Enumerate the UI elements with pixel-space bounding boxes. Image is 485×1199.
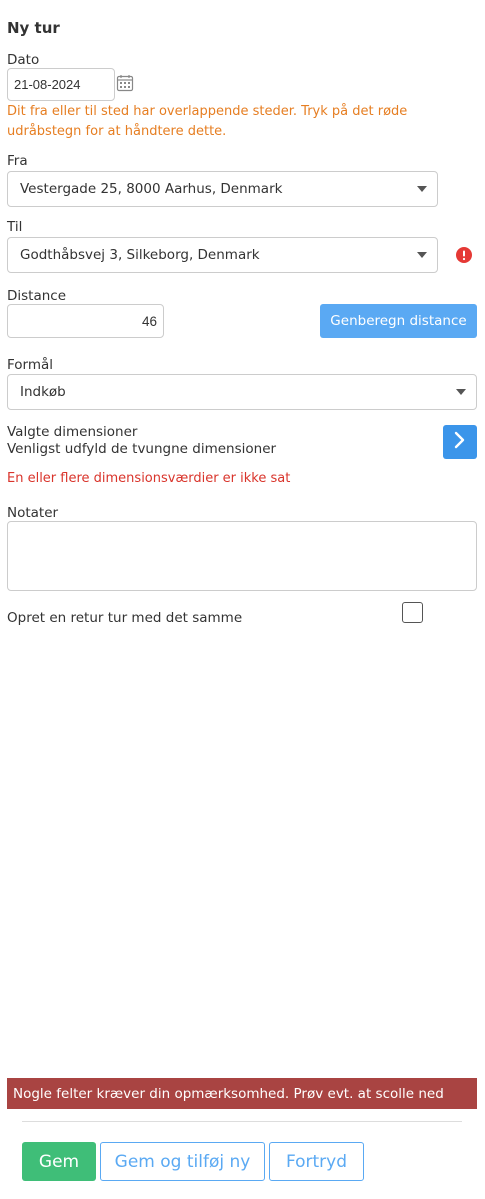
date-label: Dato	[7, 52, 40, 68]
exclamation-icon[interactable]	[456, 247, 472, 263]
dimensions-title: Valgte dimensioner	[7, 424, 138, 440]
return-trip-checkbox[interactable]	[402, 602, 423, 623]
to-select[interactable]: Godthåbsvej 3, Silkeborg, Denmark	[7, 237, 438, 273]
chevron-down-icon	[417, 252, 427, 258]
return-trip-label: Opret en retur tur med det samme	[7, 610, 243, 626]
dimensions-error: En eller flere dimensionsværdier er ikke…	[7, 471, 291, 486]
to-label: Til	[7, 219, 23, 235]
calendar-icon[interactable]	[116, 74, 134, 92]
distance-input[interactable]	[7, 304, 164, 338]
dimensions-subtitle: Venligst udfyld de tvungne dimensioner	[7, 441, 277, 457]
footer-divider	[22, 1121, 462, 1122]
attention-banner: Nogle felter kræver din opmærksomhed. Pr…	[7, 1078, 477, 1109]
purpose-select[interactable]: Indkøb	[7, 374, 477, 410]
overlap-warning: Dit fra eller til sted har overlappende …	[7, 104, 408, 139]
save-and-add-button[interactable]: Gem og tilføj ny	[100, 1142, 265, 1181]
from-value: Vestergade 25, 8000 Aarhus, Denmark	[20, 181, 283, 197]
from-label: Fra	[7, 153, 28, 169]
date-input[interactable]	[7, 68, 115, 101]
to-value: Godthåbsvej 3, Silkeborg, Denmark	[20, 247, 260, 263]
chevron-down-icon	[417, 186, 427, 192]
notes-textarea[interactable]	[7, 521, 477, 591]
distance-label: Distance	[7, 288, 67, 304]
chevron-right-icon	[453, 431, 467, 453]
purpose-label: Formål	[7, 357, 54, 373]
from-select[interactable]: Vestergade 25, 8000 Aarhus, Denmark	[7, 171, 438, 207]
chevron-down-icon	[456, 389, 466, 395]
purpose-value: Indkøb	[20, 384, 66, 400]
notes-label: Notater	[7, 505, 59, 521]
page-title: Ny tur	[7, 19, 60, 37]
recalculate-distance-button[interactable]: Genberegn distance	[320, 304, 477, 338]
save-button[interactable]: Gem	[22, 1142, 96, 1181]
dimensions-nav-button[interactable]	[443, 425, 477, 459]
cancel-button[interactable]: Fortryd	[269, 1142, 364, 1181]
